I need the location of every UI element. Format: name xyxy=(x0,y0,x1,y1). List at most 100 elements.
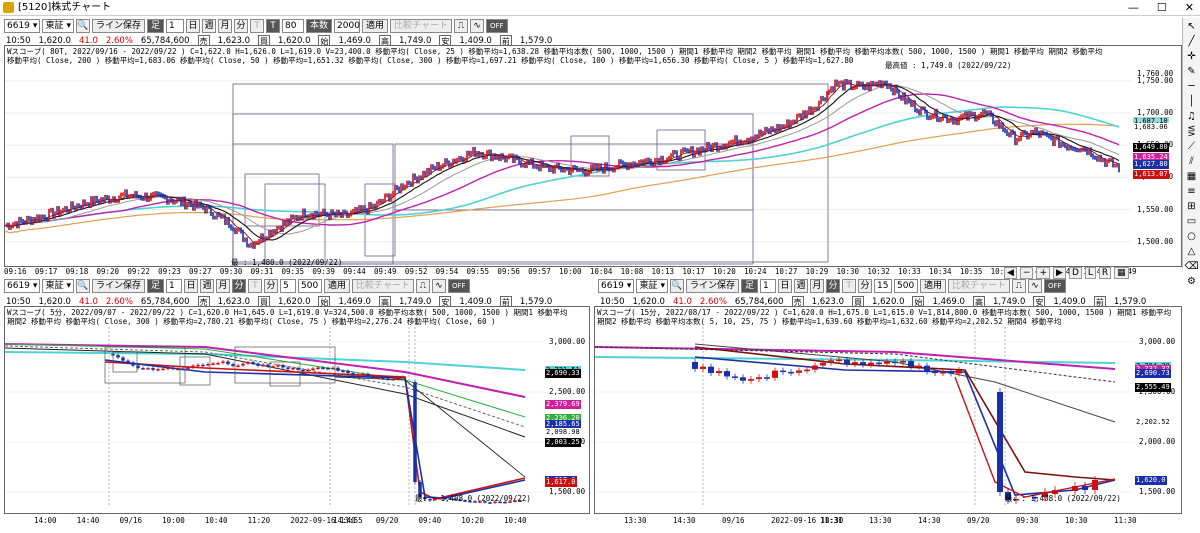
l-button[interactable]: L xyxy=(1084,267,1096,279)
line-save-button[interactable]: ライン保存 xyxy=(685,278,739,293)
line-icon[interactable]: ∿ xyxy=(431,278,446,293)
market-select[interactable]: 東証 ▾ xyxy=(636,278,668,293)
grid-small-icon[interactable]: ⊞ xyxy=(1185,201,1199,213)
interval-input[interactable]: 15 xyxy=(874,278,893,293)
maximize-button[interactable]: ☐ xyxy=(1157,0,1167,16)
candle-body xyxy=(724,371,730,377)
chart-icon[interactable]: ⎍ xyxy=(1011,278,1026,293)
day-button[interactable]: 日 xyxy=(186,18,201,33)
r-button[interactable]: R xyxy=(1098,267,1112,279)
month-button[interactable]: 月 xyxy=(216,278,231,293)
t-button[interactable]: T xyxy=(250,18,265,33)
grid-icon[interactable]: ▦ xyxy=(1185,171,1199,183)
chevron-down-icon: ▾ xyxy=(66,20,71,31)
diagonal-line-icon[interactable]: ╱ xyxy=(1185,36,1199,48)
apply-button[interactable]: 適用 xyxy=(920,278,947,293)
layout-icon[interactable]: ▦ xyxy=(1114,267,1129,279)
horizontal-line-icon[interactable]: ─ xyxy=(1185,81,1199,93)
eraser-icon[interactable]: ⌫ xyxy=(1185,261,1199,273)
candle-body xyxy=(948,372,954,374)
code-select[interactable]: 6619 ▾ xyxy=(4,278,41,293)
minute2-button[interactable]: 分 xyxy=(858,278,873,293)
x-tick-label: 09:35 xyxy=(281,267,305,276)
interval-input[interactable]: 5 xyxy=(280,278,297,293)
line-save-button[interactable]: ライン保存 xyxy=(91,278,145,293)
t-button[interactable]: T xyxy=(842,278,857,293)
circle-icon[interactable]: ○ xyxy=(1185,231,1199,243)
search-icon[interactable]: 🔍 xyxy=(75,278,90,293)
minute2-button[interactable]: 分 xyxy=(264,278,279,293)
channel-icon[interactable]: ⫽ xyxy=(1185,156,1199,168)
x-tick-label: 14:30 xyxy=(673,516,696,525)
off-button[interactable]: OFF xyxy=(485,18,508,33)
ashi-num-input[interactable]: 1 xyxy=(166,278,183,293)
cross-line-icon[interactable]: ✛ xyxy=(1185,51,1199,63)
candle-body xyxy=(206,363,210,366)
rectangle-icon[interactable]: ▭ xyxy=(1185,216,1199,228)
compare-chart-button[interactable]: 比較チャート xyxy=(352,278,414,293)
count-input[interactable]: 500 xyxy=(894,278,919,293)
ashi-num-input[interactable]: 1 xyxy=(166,18,185,33)
fibonacci-icon[interactable]: ≡ xyxy=(1185,186,1199,198)
right-chart-panel[interactable]: Wスコープ( 15分, 2022/08/17 - 2022/09/22 ) C=… xyxy=(594,306,1182,514)
minimize-button[interactable]: — xyxy=(1128,0,1139,16)
line-icon[interactable]: ∿ xyxy=(469,18,484,33)
apply-button[interactable]: 適用 xyxy=(324,278,351,293)
triangle-icon[interactable]: △ xyxy=(1185,246,1199,258)
market-select[interactable]: 東証 ▾ xyxy=(42,18,74,33)
left-chart-panel[interactable]: Wスコープ( 5分, 2022/09/07 - 2022/09/22 ) C=1… xyxy=(4,306,590,514)
close-button[interactable]: ✕ xyxy=(1185,0,1194,16)
t-button[interactable]: T xyxy=(248,278,263,293)
vertical-line-icon[interactable]: │ xyxy=(1185,96,1199,108)
settings-icon[interactable]: ⚙ xyxy=(1185,276,1199,288)
candle-body xyxy=(261,364,265,367)
line-save-button[interactable]: ライン保存 xyxy=(91,18,145,33)
x-tick-label: 09:44 xyxy=(343,267,366,276)
off-button[interactable]: OFF xyxy=(447,278,470,293)
search-icon[interactable]: 🔍 xyxy=(669,278,684,293)
minute-button[interactable]: 分 xyxy=(234,18,249,33)
d-button[interactable]: D xyxy=(1068,267,1082,279)
ashi-num-input[interactable]: 1 xyxy=(760,278,777,293)
day-button[interactable]: 日 xyxy=(778,278,793,293)
search-icon[interactable]: 🔍 xyxy=(75,18,90,33)
candle-body xyxy=(852,362,858,365)
line-icon[interactable]: ∿ xyxy=(1027,278,1042,293)
chart-icon[interactable]: ⎍ xyxy=(453,18,468,33)
chart-icon[interactable]: ⎍ xyxy=(415,278,430,293)
month-button[interactable]: 月 xyxy=(810,278,825,293)
code-select[interactable]: 6619 ▾ xyxy=(598,278,635,293)
ashi-button[interactable]: 足 xyxy=(741,278,759,293)
bell-icon[interactable]: ♫ xyxy=(1185,111,1199,123)
market-select[interactable]: 東証 ▾ xyxy=(42,278,74,293)
ashi-button[interactable]: 足 xyxy=(147,18,165,33)
month-button[interactable]: 月 xyxy=(218,18,233,33)
top-chart-panel[interactable]: Wスコープ( 80T, 2022/09/16 - 2022/09/22 ) C=… xyxy=(4,45,1182,267)
tick-value-input[interactable]: 80 xyxy=(282,18,305,33)
day-button[interactable]: 日 xyxy=(184,278,199,293)
x-tick-label: 09:23 xyxy=(158,267,181,276)
off-button[interactable]: OFF xyxy=(1043,278,1066,293)
code-select[interactable]: 6619 ▾ xyxy=(4,18,41,33)
market-value: 東証 xyxy=(45,20,64,31)
compare-chart-button[interactable]: 比較チャート xyxy=(948,278,1010,293)
count-input[interactable]: 2000 xyxy=(334,18,361,33)
candle-body xyxy=(804,369,810,372)
price-label: 2,098.98 xyxy=(545,428,581,438)
minute-button[interactable]: 分 xyxy=(232,278,247,293)
x-tick-label: 09:17 xyxy=(34,267,58,276)
pen-icon[interactable]: ✎ xyxy=(1185,66,1199,78)
cursor-icon[interactable]: ↖ xyxy=(1185,21,1199,33)
week-button[interactable]: 週 xyxy=(202,18,217,33)
fan-icon[interactable]: ⋚ xyxy=(1185,126,1199,138)
tick-button[interactable]: T xyxy=(266,18,281,33)
compare-chart-button[interactable]: 比較チャート xyxy=(390,18,452,33)
trend-icon[interactable]: ⟋ xyxy=(1185,141,1199,153)
week-button[interactable]: 週 xyxy=(794,278,809,293)
minute-button[interactable]: 分 xyxy=(826,278,841,293)
ashi-button[interactable]: 足 xyxy=(147,278,165,293)
honsu-button[interactable]: 本数 xyxy=(306,18,333,33)
count-input[interactable]: 500 xyxy=(298,278,323,293)
week-button[interactable]: 週 xyxy=(200,278,215,293)
apply-button[interactable]: 適用 xyxy=(362,18,389,33)
